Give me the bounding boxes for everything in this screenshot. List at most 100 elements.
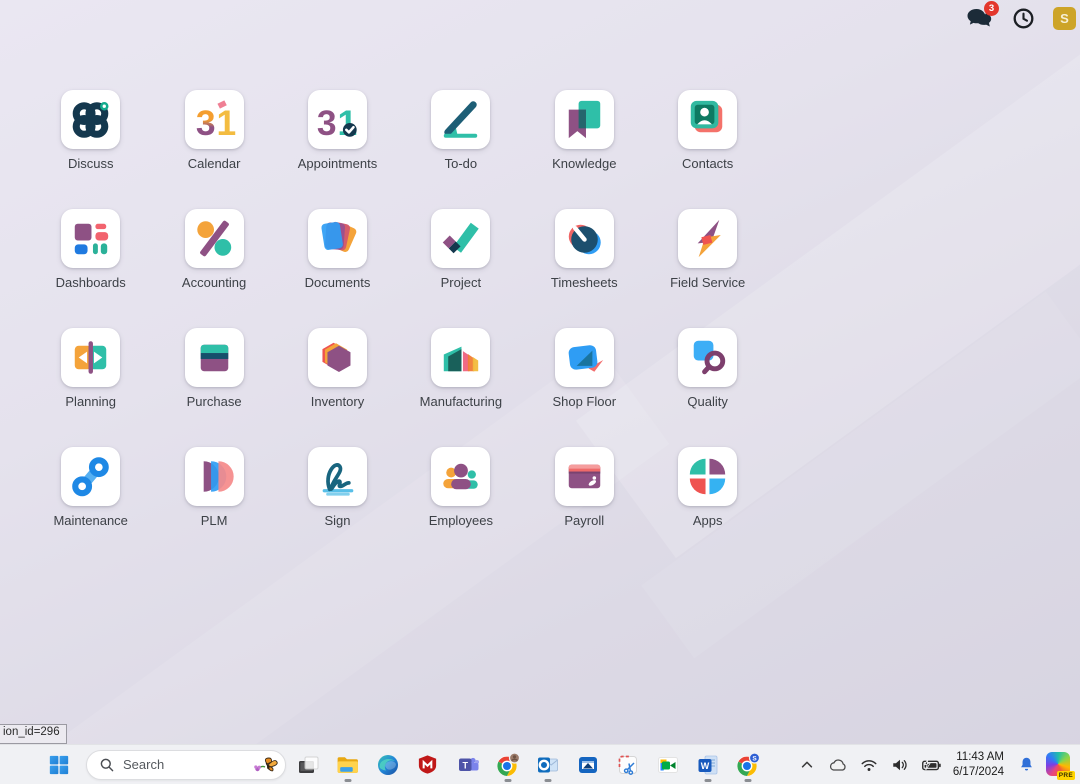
contacts-icon xyxy=(678,90,737,149)
app-label: Purchase xyxy=(187,394,242,409)
taskbar: Search xyxy=(0,744,1080,784)
file-explorer-icon xyxy=(335,752,360,777)
word-icon: W xyxy=(696,753,720,777)
app-label: Knowledge xyxy=(552,156,616,171)
tray-time: 11:43 AM xyxy=(953,750,1004,765)
app-fieldservice[interactable]: Field Service xyxy=(646,209,769,291)
app-discuss[interactable]: Discuss xyxy=(29,90,152,172)
system-tray: 11:43 AM 6/17/2024 PRE xyxy=(796,745,1072,784)
search-box[interactable]: Search xyxy=(86,750,286,780)
inventory-icon xyxy=(308,328,367,387)
app-calendar[interactable]: 3 1 Calendar xyxy=(152,90,275,172)
tray-wifi-button[interactable] xyxy=(858,754,880,776)
tray-notifications-button[interactable] xyxy=(1015,754,1037,776)
messages-button[interactable]: 3 xyxy=(965,5,993,31)
app-appointments[interactable]: 3 1 Appointments xyxy=(276,90,399,172)
windows-logo-icon xyxy=(48,754,70,776)
app-payroll[interactable]: Payroll xyxy=(523,447,646,529)
apps-icon xyxy=(678,447,737,506)
tray-volume-button[interactable] xyxy=(889,754,911,776)
taskbar-chrome-s[interactable]: S xyxy=(732,747,763,783)
running-indicator xyxy=(544,779,551,782)
user-avatar[interactable]: S xyxy=(1053,7,1076,30)
app-timesheets[interactable]: Timesheets xyxy=(523,209,646,291)
app-sign[interactable]: Sign xyxy=(276,447,399,529)
battery-icon xyxy=(920,757,942,773)
taskbar-google-meet[interactable] xyxy=(652,747,683,783)
tray-chevron-button[interactable] xyxy=(796,754,818,776)
tray-onedrive-button[interactable] xyxy=(827,754,849,776)
scanner-app-icon xyxy=(576,753,600,777)
fieldservice-icon xyxy=(678,209,737,268)
app-label: Maintenance xyxy=(53,513,127,528)
app-accounting[interactable]: Accounting xyxy=(152,209,275,291)
app-label: Project xyxy=(441,275,481,290)
tray-date: 6/17/2024 xyxy=(953,765,1004,780)
svg-text:3: 3 xyxy=(317,103,337,143)
edge-icon xyxy=(376,753,400,777)
activity-button[interactable] xyxy=(1009,5,1037,31)
app-manufacturing[interactable]: Manufacturing xyxy=(399,328,522,410)
start-button[interactable] xyxy=(44,750,74,780)
documents-icon xyxy=(308,209,367,268)
app-apps[interactable]: Apps xyxy=(646,447,769,529)
chevron-up-icon xyxy=(800,758,814,772)
taskbar-word[interactable]: W xyxy=(692,747,723,783)
employees-icon xyxy=(431,447,490,506)
taskbar-outlook[interactable] xyxy=(532,747,563,783)
outlook-icon xyxy=(536,753,560,777)
shopfloor-icon xyxy=(555,328,614,387)
taskbar-teams[interactable]: T xyxy=(452,747,483,783)
app-label: To-do xyxy=(445,156,478,171)
app-label: Quality xyxy=(687,394,727,409)
taskbar-scanner-app[interactable] xyxy=(572,747,603,783)
virtual-desktops-icon xyxy=(296,753,320,777)
app-project[interactable]: Project xyxy=(399,209,522,291)
app-maintenance[interactable]: Maintenance xyxy=(29,447,152,529)
wifi-icon xyxy=(860,757,878,773)
app-quality[interactable]: Quality xyxy=(646,328,769,410)
tray-clock[interactable]: 11:43 AM 6/17/2024 xyxy=(951,750,1006,780)
app-contacts[interactable]: Contacts xyxy=(646,90,769,172)
taskbar-chrome-profile[interactable] xyxy=(492,747,523,783)
taskbar-file-explorer[interactable] xyxy=(332,747,363,783)
tray-m365-preview-button[interactable]: PRE xyxy=(1046,752,1072,778)
running-indicator xyxy=(344,779,351,782)
calendar-icon: 3 1 xyxy=(185,90,244,149)
sign-icon xyxy=(308,447,367,506)
payroll-icon xyxy=(555,447,614,506)
knowledge-icon xyxy=(555,90,614,149)
tray-battery-button[interactable] xyxy=(920,754,942,776)
app-inventory[interactable]: Inventory xyxy=(276,328,399,410)
taskbar-edge[interactable] xyxy=(372,747,403,783)
taskbar-virtual-desktops[interactable] xyxy=(292,747,323,783)
app-knowledge[interactable]: Knowledge xyxy=(523,90,646,172)
taskbar-snipping-tool[interactable] xyxy=(612,747,643,783)
messages-badge: 3 xyxy=(984,1,999,16)
link-status-tooltip: ion_id=296 xyxy=(0,724,67,744)
app-plm[interactable]: PLM xyxy=(152,447,275,529)
app-employees[interactable]: Employees xyxy=(399,447,522,529)
accounting-icon xyxy=(185,209,244,268)
appointments-icon: 3 1 xyxy=(308,90,367,149)
chrome-icon xyxy=(495,752,521,778)
chrome-icon: S xyxy=(735,752,761,778)
taskbar-left: Search xyxy=(44,750,286,780)
app-shopfloor[interactable]: Shop Floor xyxy=(523,328,646,410)
app-label: Manufacturing xyxy=(420,394,502,409)
app-purchase[interactable]: Purchase xyxy=(152,328,275,410)
svg-text:W: W xyxy=(700,761,709,771)
app-todo[interactable]: To-do xyxy=(399,90,522,172)
volume-icon xyxy=(891,757,909,773)
app-planning[interactable]: Planning xyxy=(29,328,152,410)
search-highlight-butterfly-icon xyxy=(253,754,279,776)
app-label: Discuss xyxy=(68,156,114,171)
taskbar-mcafee[interactable] xyxy=(412,747,443,783)
maintenance-icon xyxy=(61,447,120,506)
app-dashboards[interactable]: Dashboards xyxy=(29,209,152,291)
app-label: Inventory xyxy=(311,394,364,409)
app-documents[interactable]: Documents xyxy=(276,209,399,291)
timesheets-icon xyxy=(555,209,614,268)
app-label: Shop Floor xyxy=(552,394,616,409)
svg-text:1: 1 xyxy=(216,103,236,143)
